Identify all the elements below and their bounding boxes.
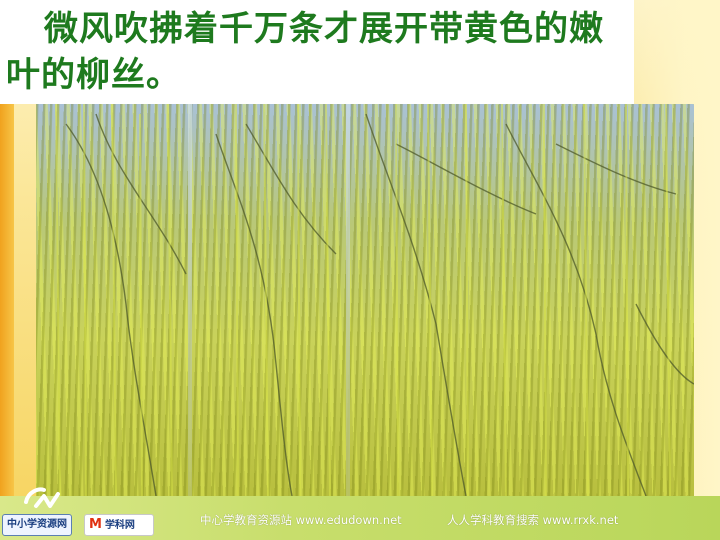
xueke-badge-label: 学科网 [104, 520, 135, 531]
edu-resource-badge[interactable]: 中小学资源网 [2, 514, 72, 536]
xueke-badge[interactable]: M 学科网 [84, 514, 154, 536]
xueke-logo-icon: M [89, 517, 102, 532]
willow-photo [36, 104, 694, 496]
title-panel: 微风吹拂着千万条才展开带黄色的嫩叶的柳丝。 [0, 0, 634, 104]
photo-panel-divider [188, 104, 192, 496]
cwz-logo-icon [24, 487, 60, 508]
photo-panel-divider [346, 104, 350, 496]
footer-site-link-left[interactable]: 中心学教育资源站 www.edudown.net [200, 512, 402, 528]
footer-site-link-right[interactable]: 人人学科教育搜索 www.rrxk.net [447, 512, 618, 528]
edu-resource-badge-label: 中小学资源网 [7, 519, 67, 530]
willow-branches-illustration [55, 104, 694, 496]
slide-heading: 微风吹拂着千万条才展开带黄色的嫩叶的柳丝。 [6, 9, 604, 95]
